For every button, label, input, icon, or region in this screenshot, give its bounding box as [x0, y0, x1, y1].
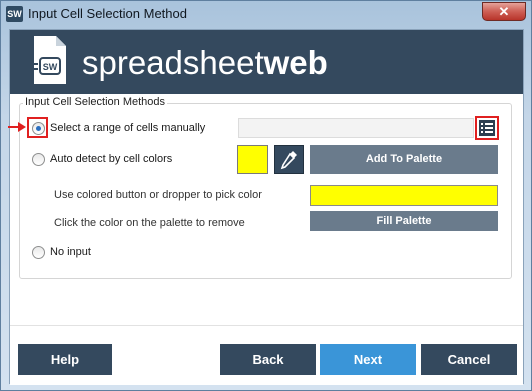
next-button[interactable]: Next	[320, 344, 416, 375]
hint-remove-color: Click the color on the palette to remove	[54, 217, 245, 229]
brand-bold: web	[263, 44, 328, 81]
option-select-range-label: Select a range of cells manually	[50, 122, 206, 134]
hint-pick-color: Use colored button or dropper to pick co…	[54, 189, 262, 201]
window-title: Input Cell Selection Method	[28, 6, 187, 21]
dialog-content: SW spreadsheetweb Input Cell Selection M…	[8, 29, 524, 385]
brand-header: SW spreadsheetweb	[10, 30, 523, 94]
eyedropper-icon	[280, 151, 297, 170]
fill-palette-button[interactable]: Fill Palette	[310, 211, 498, 231]
dialog-window: SW Input Cell Selection Method ✕ SW spre…	[0, 0, 532, 391]
logo-icon-text: SW	[43, 62, 58, 72]
close-button[interactable]: ✕	[482, 2, 526, 21]
title-bar[interactable]: SW Input Cell Selection Method ✕	[1, 1, 531, 27]
cancel-button[interactable]: Cancel	[421, 344, 517, 375]
annotation-arrow-left-icon	[8, 122, 26, 132]
footer-bar: Help Back Next Cancel	[10, 325, 523, 385]
range-input[interactable]	[238, 118, 474, 138]
radio-select-range[interactable]	[32, 122, 45, 135]
group-legend: Input Cell Selection Methods	[23, 96, 168, 108]
radio-auto-detect[interactable]	[32, 153, 45, 166]
app-icon: SW	[6, 6, 23, 22]
help-button[interactable]: Help	[18, 344, 112, 375]
brand-light: spreadsheet	[82, 44, 264, 81]
option-no-input-label: No input	[50, 246, 91, 258]
brand-wordmark: spreadsheetweb	[82, 44, 328, 82]
eyedropper-button[interactable]	[274, 145, 304, 174]
selected-color-swatch[interactable]	[237, 145, 268, 174]
back-button[interactable]: Back	[220, 344, 316, 375]
range-picker-button[interactable]	[475, 116, 499, 140]
list-select-icon	[479, 120, 495, 136]
add-to-palette-button[interactable]: Add To Palette	[310, 145, 498, 174]
radio-no-input[interactable]	[32, 246, 45, 259]
color-palette[interactable]	[310, 185, 498, 206]
spreadsheetweb-logo-icon: SW	[32, 36, 66, 84]
option-auto-detect-label: Auto detect by cell colors	[50, 153, 173, 165]
